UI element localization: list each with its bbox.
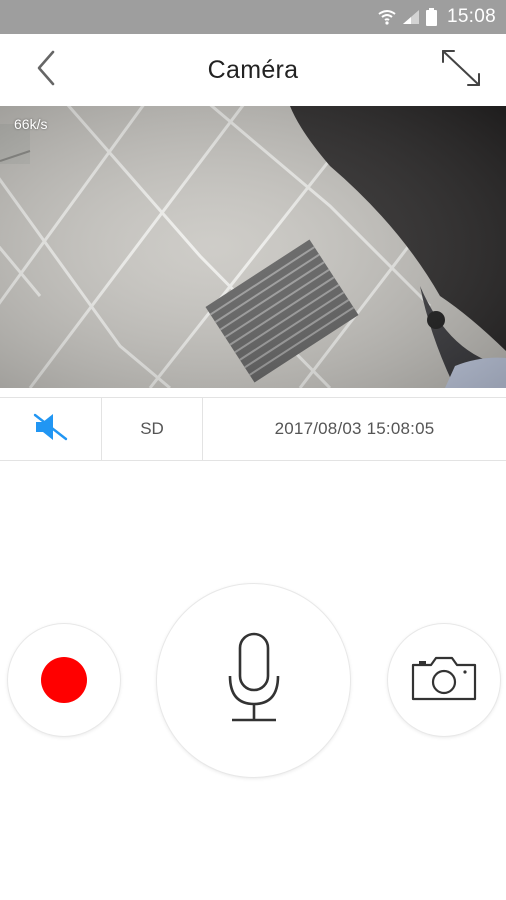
- back-button[interactable]: [26, 50, 66, 90]
- page-title: Caméra: [207, 55, 299, 84]
- record-icon: [41, 657, 87, 703]
- record-button[interactable]: [8, 624, 120, 736]
- speaker-muted-icon: [33, 411, 69, 448]
- status-time: 15:08: [446, 6, 496, 27]
- chevron-left-icon: [35, 50, 57, 91]
- snapshot-button[interactable]: [388, 624, 500, 736]
- quality-toggle[interactable]: SD: [102, 398, 203, 460]
- mute-button[interactable]: [0, 398, 102, 460]
- quality-label: SD: [140, 419, 164, 438]
- camera-image: [0, 106, 506, 388]
- timestamp-cell: 2017/08/03 15:08:05: [203, 398, 506, 460]
- bitrate-label: 66k/s: [14, 116, 48, 132]
- video-feed[interactable]: 66k/s: [0, 106, 506, 388]
- timestamp: 2017/08/03 15:08:05: [274, 419, 435, 438]
- expand-icon: [440, 48, 482, 93]
- camera-icon: [411, 655, 477, 706]
- fullscreen-button[interactable]: [438, 48, 484, 92]
- microphone-icon: [224, 632, 284, 729]
- wifi-icon: [378, 9, 396, 25]
- status-bar: 15:08: [0, 0, 506, 34]
- control-strip: SD 2017/08/03 15:08:05: [0, 397, 506, 461]
- header: Caméra: [0, 34, 506, 106]
- talk-button[interactable]: [157, 584, 350, 777]
- battery-icon: [425, 8, 437, 26]
- signal-icon: [402, 9, 420, 25]
